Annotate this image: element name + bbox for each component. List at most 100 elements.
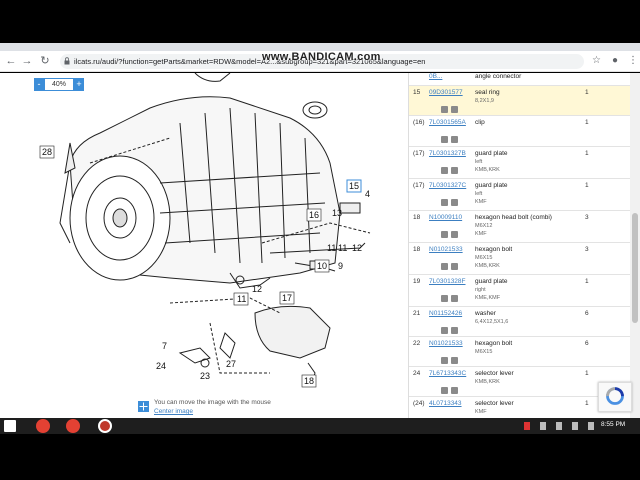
part-name: selector lever xyxy=(475,400,514,407)
table-row[interactable]: 24 7L6713343C selector lever KMB,KRK 1 xyxy=(409,367,630,397)
part-code-link[interactable]: N01021533 xyxy=(429,340,463,347)
table-row[interactable]: 18 N10009110 hexagon head bolt (combi) M… xyxy=(409,211,630,243)
table-row[interactable]: 18 N01021533 hexagon bolt M6X15 KMB,KRK … xyxy=(409,243,630,275)
part-actions xyxy=(441,130,463,143)
zoom-out-button[interactable]: - xyxy=(34,78,44,91)
table-row[interactable]: (17) 7L0301327B guard plate left KMB,KRK… xyxy=(409,147,630,179)
part-code-link[interactable]: 4L0713343 xyxy=(429,400,462,407)
table-row[interactable]: (16) 7L0301565A clip 1 xyxy=(409,116,630,147)
cart-icon[interactable] xyxy=(441,231,448,238)
part-engine-codes: KMB,KRK xyxy=(475,167,500,173)
account-icon[interactable]: ● xyxy=(612,55,618,66)
page-content: 28 15 4 13 16 11 11 12 9 10 11 12 17 7 2… xyxy=(0,73,640,418)
transmission-diagram[interactable]: 28 15 4 13 16 11 11 12 9 10 11 12 17 7 2… xyxy=(30,73,400,418)
info-icon[interactable] xyxy=(451,231,458,238)
callout-10: 10 xyxy=(317,261,327,271)
callout-13: 13 xyxy=(332,208,342,218)
info-icon[interactable] xyxy=(451,263,458,270)
part-detail: KMB,KRK xyxy=(475,379,500,385)
back-icon[interactable]: ← xyxy=(4,54,18,68)
info-icon[interactable] xyxy=(451,327,458,334)
clock: 8:55 PM xyxy=(601,421,626,428)
callout-11c: 11 xyxy=(237,294,246,304)
cart-icon[interactable] xyxy=(441,327,448,334)
table-row[interactable]: 22 N01021533 hexagon bolt M6X15 6 xyxy=(409,337,630,367)
reload-icon[interactable]: ↻ xyxy=(38,54,52,68)
zoom-in-button[interactable]: + xyxy=(74,78,84,91)
info-icon[interactable] xyxy=(451,106,458,113)
callout-28: 28 xyxy=(42,147,52,157)
part-code-link[interactable]: 09D301577 xyxy=(429,89,463,96)
scrollbar-thumb[interactable] xyxy=(632,213,638,323)
table-row-selected[interactable]: 15 09D301577 seal ring 8,2X1,9 1 xyxy=(409,86,630,116)
table-row[interactable]: (24) 4L0713343 selector lever KMF 1 xyxy=(409,397,630,418)
screen-frame: ← → ↻ ilcats.ru/audi/?function=getParts&… xyxy=(0,0,640,480)
part-code-link[interactable]: 7L6713343C xyxy=(429,370,466,377)
part-code-link[interactable]: 0B... xyxy=(429,73,442,80)
part-number: (17) xyxy=(413,150,425,157)
part-code-link[interactable]: 7L0301327C xyxy=(429,182,466,189)
part-actions xyxy=(441,289,463,302)
page-scrollbar[interactable] xyxy=(630,73,640,418)
os-taskbar: 8:55 PM xyxy=(0,418,640,434)
part-number: 22 xyxy=(413,340,421,347)
callout-4: 4 xyxy=(365,189,370,199)
chrome-app-icon[interactable] xyxy=(36,419,50,433)
part-detail: M6X15 xyxy=(475,255,493,261)
start-icon[interactable] xyxy=(4,420,16,432)
part-name: clip xyxy=(475,119,485,126)
cart-icon[interactable] xyxy=(441,106,448,113)
cart-icon[interactable] xyxy=(441,136,448,143)
forward-icon[interactable]: → xyxy=(20,54,34,68)
info-icon[interactable] xyxy=(451,295,458,302)
cart-icon[interactable] xyxy=(441,295,448,302)
star-icon[interactable]: ☆ xyxy=(592,55,601,66)
callout-16: 16 xyxy=(309,210,319,220)
table-row[interactable]: 0B... angle connector xyxy=(409,73,630,86)
part-code-link[interactable]: 7L0301327B xyxy=(429,150,466,157)
info-icon[interactable] xyxy=(451,167,458,174)
part-quantity: 1 xyxy=(585,182,589,189)
part-code-link[interactable]: N01152426 xyxy=(429,310,462,317)
table-row[interactable]: 19 7L0301328F guard plate right KME,KMF … xyxy=(409,275,630,307)
info-icon[interactable] xyxy=(451,387,458,394)
part-quantity: 1 xyxy=(585,89,589,96)
info-icon[interactable] xyxy=(451,136,458,143)
part-quantity: 3 xyxy=(585,246,589,253)
info-icon[interactable] xyxy=(451,357,458,364)
part-name: washer xyxy=(475,310,496,317)
chrome-app-icon-2[interactable] xyxy=(66,419,80,433)
info-icon[interactable] xyxy=(451,199,458,206)
part-engine-codes: KMF xyxy=(475,231,487,237)
part-code-link[interactable]: N01021533 xyxy=(429,246,463,253)
part-code-link[interactable]: N10009110 xyxy=(429,214,462,221)
part-number: (17) xyxy=(413,182,425,189)
table-row[interactable]: (17) 7L0301327C guard plate left KMF 1 xyxy=(409,179,630,211)
part-code-link[interactable]: 7L0301565A xyxy=(429,119,466,126)
cart-icon[interactable] xyxy=(441,357,448,364)
volume-icon[interactable] xyxy=(572,422,578,430)
part-detail: left xyxy=(475,191,483,197)
callout-7: 7 xyxy=(162,341,167,351)
zoom-level: 40% xyxy=(44,78,74,91)
part-quantity: 1 xyxy=(585,119,589,126)
part-actions xyxy=(441,193,463,206)
network-tray-icon[interactable] xyxy=(540,422,546,430)
callout-12a: 12 xyxy=(352,243,362,253)
cart-icon[interactable] xyxy=(441,199,448,206)
cart-icon[interactable] xyxy=(441,387,448,394)
part-quantity: 1 xyxy=(585,400,589,407)
part-detail: 6,4X12,5X1,6 xyxy=(475,319,509,325)
recaptcha-badge[interactable] xyxy=(598,382,632,412)
callout-11b: 11 xyxy=(338,243,347,253)
part-code-link[interactable]: 7L0301328F xyxy=(429,278,466,285)
cart-icon[interactable] xyxy=(441,263,448,270)
recorder-app-icon[interactable] xyxy=(98,419,112,433)
table-row[interactable]: 21 N01152426 washer 6,4X12,5X1,6 6 xyxy=(409,307,630,337)
cart-icon[interactable] xyxy=(441,167,448,174)
wifi-icon[interactable] xyxy=(588,422,594,430)
menu-icon[interactable]: ⋮ xyxy=(628,55,638,66)
record-tray-icon[interactable] xyxy=(524,422,530,430)
center-image-link[interactable]: Center image xyxy=(154,408,193,415)
chevron-up-icon[interactable] xyxy=(556,422,562,430)
